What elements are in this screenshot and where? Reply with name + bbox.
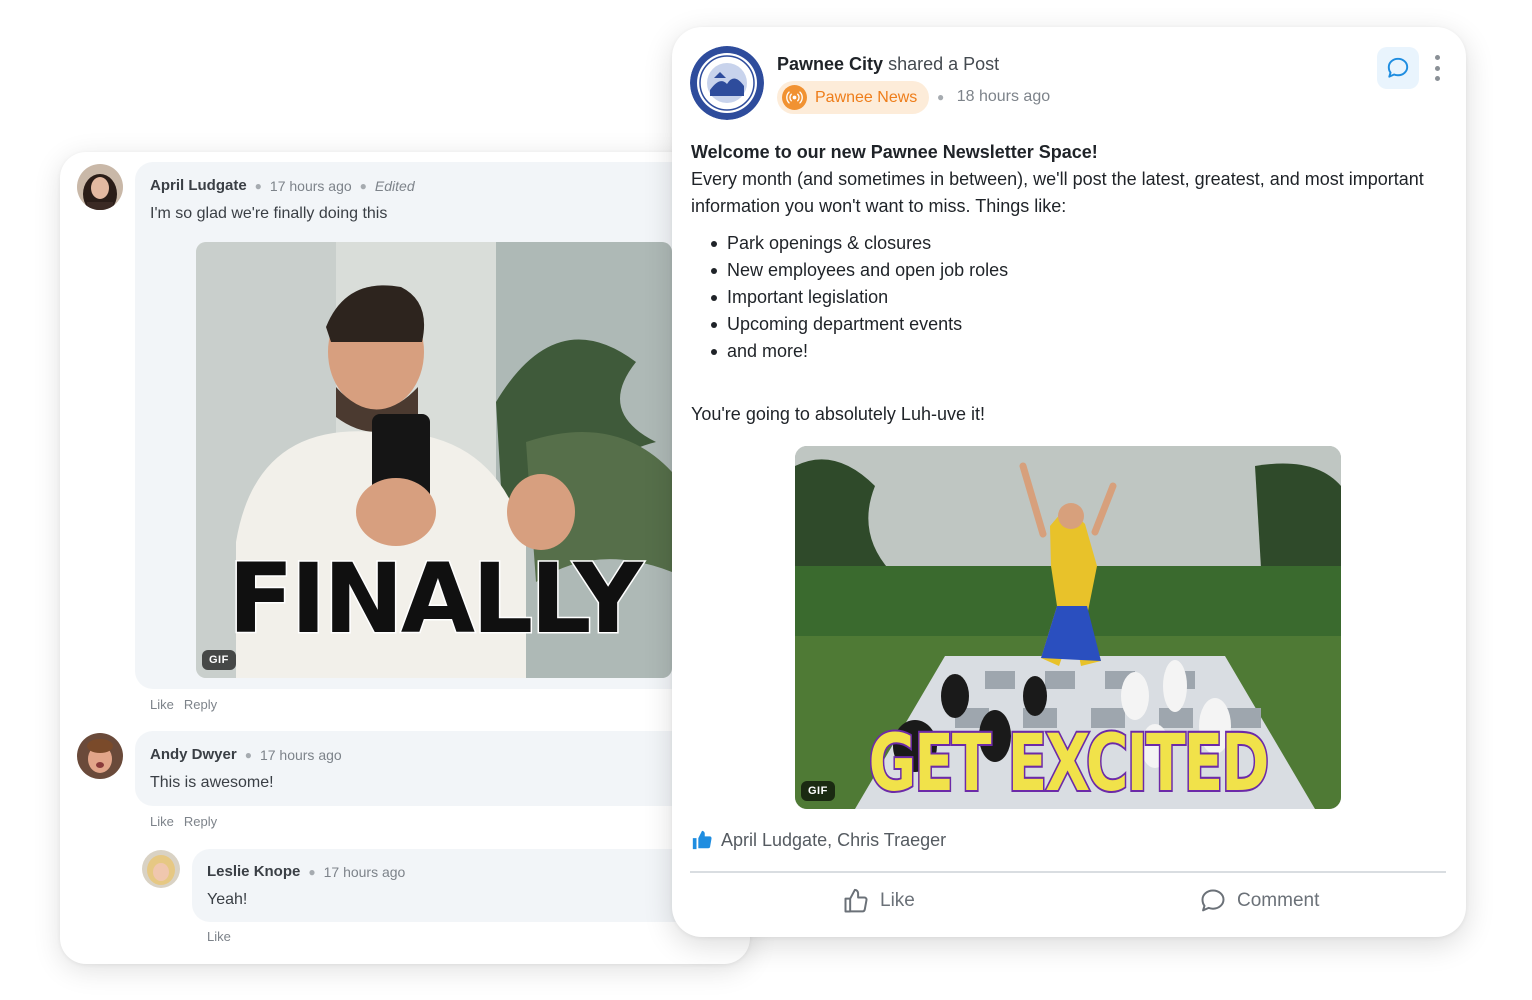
post-outro: You're going to absolutely Luh-uve it!	[691, 404, 985, 424]
comment-actions: Like	[207, 929, 231, 944]
like-label: Like	[880, 890, 915, 911]
post-time: 18 hours ago	[956, 88, 1051, 105]
comment-bubble	[135, 731, 750, 806]
gif-badge: GIF	[202, 650, 236, 670]
like-button[interactable]: Like	[150, 814, 174, 829]
list-item: New employees and open job roles	[709, 257, 1451, 284]
avatar-leslie[interactable]	[142, 850, 180, 888]
comment-actions: Like Reply	[150, 814, 217, 829]
chat-bubble-icon	[1387, 57, 1409, 78]
avatar-april[interactable]	[77, 164, 123, 210]
post-header: Pawnee City shared a Post	[777, 54, 999, 75]
list-item: Park openings & closures	[709, 230, 1451, 257]
post-likers[interactable]: April Ludgate, Chris Traeger	[691, 829, 946, 851]
post-title: Welcome to our new Pawnee Newsletter Spa…	[691, 142, 1098, 162]
comment-author[interactable]: April Ludgate	[150, 177, 247, 194]
comment-icon	[1201, 889, 1225, 912]
comment-header: Leslie Knope ● 17 hours ago	[207, 863, 405, 880]
comment-time: 17 hours ago	[269, 177, 352, 194]
comment-text: I'm so glad we're finally doing this	[150, 205, 388, 222]
list-item: Upcoming department events	[709, 311, 1451, 338]
thumbs-up-icon	[844, 888, 868, 913]
avatar-andy[interactable]	[77, 733, 123, 779]
like-button[interactable]: Like	[150, 697, 174, 712]
chat-button[interactable]	[1377, 47, 1419, 89]
list-item: and more!	[709, 338, 1451, 365]
reply-button[interactable]: Reply	[184, 697, 217, 712]
thumbs-up-icon	[692, 830, 712, 850]
like-button[interactable]: Like	[207, 929, 231, 944]
separator-dot: ●	[308, 864, 316, 879]
action-divider	[690, 871, 1446, 873]
comment-header: Andy Dwyer ● 17 hours ago	[150, 746, 342, 763]
gif-caption: FINALLY	[227, 543, 645, 656]
edited-label: Edited	[374, 177, 415, 194]
separator-dot: ●	[359, 178, 367, 193]
post-card: Pawnee City shared a Post Pawnee News ● …	[672, 27, 1466, 937]
comment-header: April Ludgate ● 17 hours ago ● Edited	[150, 177, 415, 194]
more-options-button[interactable]	[1431, 55, 1443, 81]
more-vertical-icon	[1434, 55, 1440, 60]
comment-time: 17 hours ago	[323, 863, 406, 880]
finally-gif[interactable]: FINALLY GIF	[196, 242, 672, 678]
post-intro: Every month (and sometimes in between), …	[691, 169, 1424, 216]
likers-names: April Ludgate, Chris Traeger	[721, 829, 947, 850]
comment-author[interactable]: Leslie Knope	[207, 863, 300, 880]
separator-dot: ●	[254, 178, 262, 193]
post-action-text: shared a Post	[888, 54, 1000, 74]
comment-text: This is awesome!	[150, 774, 274, 791]
post-time-wrap: ● 18 hours ago	[937, 88, 1050, 106]
comment-bubble	[192, 849, 750, 922]
post-bullet-list: Park openings & closures New employees a…	[691, 230, 1451, 365]
space-name: Pawnee News	[815, 88, 918, 106]
comment-time: 17 hours ago	[259, 746, 342, 763]
space-chip[interactable]: Pawnee News	[777, 81, 930, 114]
separator-dot: ●	[244, 747, 252, 762]
comment-author[interactable]: Andy Dwyer	[150, 746, 237, 763]
comment-label: Comment	[1237, 890, 1320, 911]
comment-actions: Like Reply	[150, 697, 217, 712]
reply-button[interactable]: Reply	[184, 814, 217, 829]
post-body: Welcome to our new Pawnee Newsletter Spa…	[691, 139, 1451, 428]
comment-text: Yeah!	[207, 891, 248, 908]
get-excited-gif[interactable]: GET EXCITED GIF	[795, 446, 1341, 809]
post-author[interactable]: Pawnee City	[777, 54, 883, 74]
separator-dot: ●	[937, 90, 945, 104]
like-button[interactable]: Like	[842, 887, 915, 915]
broadcast-icon	[782, 85, 807, 110]
gif-badge: GIF	[801, 781, 835, 801]
pawnee-city-seal[interactable]	[690, 46, 764, 120]
gif-caption: GET EXCITED	[867, 715, 1271, 809]
comment-button[interactable]: Comment	[1199, 887, 1319, 915]
list-item: Important legislation	[709, 284, 1451, 311]
